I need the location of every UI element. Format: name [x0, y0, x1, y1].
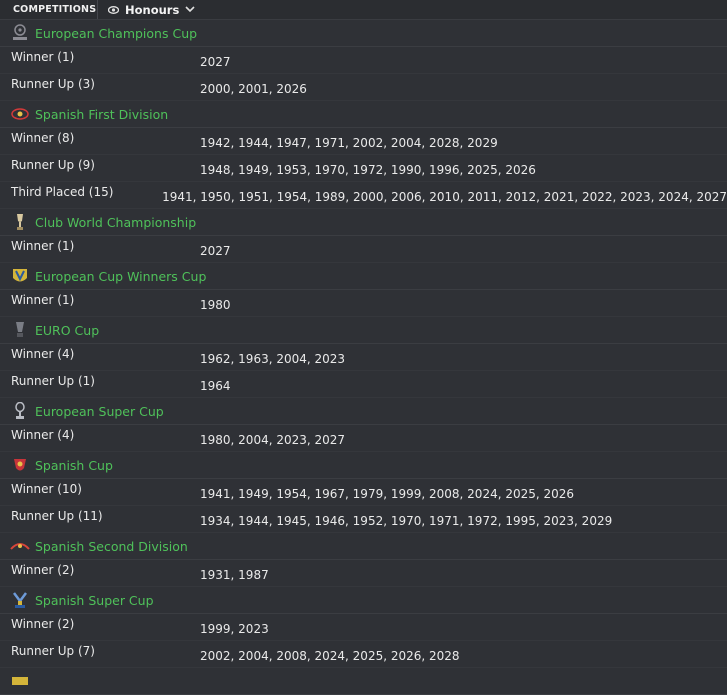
- honour-years: 1999, 2023: [200, 622, 269, 636]
- competition-header: EURO Cup: [0, 317, 727, 344]
- honour-type-label: Runner Up (1): [11, 374, 95, 388]
- trophy-icon: [10, 213, 30, 231]
- honour-row: Runner Up (3) 2000, 2001, 2026: [0, 74, 727, 101]
- competition-header: Spanish Super Cup: [0, 587, 727, 614]
- honour-type-label: Winner (1): [11, 239, 75, 253]
- spanish-first-division-logo-icon: [10, 105, 30, 123]
- competition-link[interactable]: European Champions Cup: [35, 26, 197, 41]
- competitions-tab[interactable]: COMPETITIONS: [0, 0, 98, 19]
- honour-row: Runner Up (9) 1948, 1949, 1953, 1970, 197…: [0, 155, 727, 182]
- competition-header: Spanish First Division: [0, 101, 727, 128]
- honour-row: Runner Up (1) 1964: [0, 371, 727, 398]
- competition-link[interactable]: EURO Cup: [35, 323, 99, 338]
- honour-type-label: Winner (4): [11, 428, 75, 442]
- competition-link[interactable]: European Super Cup: [35, 404, 164, 419]
- honour-row: Winner (2) 1999, 2023: [0, 614, 727, 641]
- eye-icon: [108, 5, 119, 14]
- honour-years: 1964: [200, 379, 231, 393]
- spanish-cup-logo-icon: [10, 456, 30, 474]
- partial-logo-icon: [10, 672, 30, 690]
- champions-cup-logo-icon: [10, 24, 30, 42]
- cup-winners-cup-logo-icon: [10, 267, 30, 285]
- tab-bar: COMPETITIONS Honours: [0, 0, 727, 20]
- honour-row: Winner (8) 1942, 1944, 1947, 1971, 2002, …: [0, 128, 727, 155]
- honours-list: European Champions Cup Winner (1) 2027 Runn…: [0, 20, 727, 695]
- honour-row: Runner Up (7) 2002, 2004, 2008, 2024, 202…: [0, 641, 727, 668]
- competition-header: European Champions Cup: [0, 20, 727, 47]
- honour-type-label: Winner (10): [11, 482, 82, 496]
- super-cup-trophy-icon: [10, 402, 30, 420]
- euro-cup-logo-icon: [10, 321, 30, 339]
- honour-type-label: Winner (8): [11, 131, 75, 145]
- competition-header: Club World Championship: [0, 209, 727, 236]
- honour-row: Winner (2) 1931, 1987: [0, 560, 727, 587]
- chevron-down-icon: [185, 6, 195, 13]
- honour-years: 1980, 2004, 2023, 2027: [200, 433, 346, 447]
- honour-row: Winner (4) 1962, 1963, 2004, 2023: [0, 344, 727, 371]
- honour-type-label: Third Placed (15): [11, 185, 114, 199]
- honour-years: 1934, 1944, 1945, 1946, 1952, 1970, 1971…: [200, 514, 613, 528]
- honour-type-label: Winner (2): [11, 563, 75, 577]
- honour-years: 1931, 1987: [200, 568, 269, 582]
- view-selector-label: Honours: [125, 2, 180, 17]
- honour-row: Third Placed (15) 1941, 1950, 1951, 1954,…: [0, 182, 727, 209]
- honour-years: 2027: [200, 55, 231, 69]
- honour-years: 1962, 1963, 2004, 2023: [200, 352, 346, 366]
- honour-row: Winner (4) 1980, 2004, 2023, 2027: [0, 425, 727, 452]
- spanish-super-cup-logo-icon: [10, 591, 30, 609]
- honour-type-label: Winner (1): [11, 293, 75, 307]
- competition-link[interactable]: Spanish Second Division: [35, 539, 188, 554]
- honour-row: Winner (1) 2027: [0, 47, 727, 74]
- honour-row: Runner Up (11) 1934, 1944, 1945, 1946, 19…: [0, 506, 727, 533]
- competition-header: European Cup Winners Cup: [0, 263, 727, 290]
- competition-link[interactable]: Spanish First Division: [35, 107, 168, 122]
- honour-type-label: Runner Up (7): [11, 644, 95, 658]
- competition-header: [0, 668, 727, 695]
- honour-years: 1941, 1949, 1954, 1967, 1979, 1999, 2008…: [200, 487, 575, 501]
- honour-type-label: Runner Up (9): [11, 158, 95, 172]
- competition-link[interactable]: European Cup Winners Cup: [35, 269, 206, 284]
- honour-type-label: Winner (2): [11, 617, 75, 631]
- honour-row: Winner (10) 1941, 1949, 1954, 1967, 1979,…: [0, 479, 727, 506]
- honour-type-label: Winner (1): [11, 50, 75, 64]
- honour-row: Winner (1) 1980: [0, 290, 727, 317]
- honour-type-label: Winner (4): [11, 347, 75, 361]
- honour-type-label: Runner Up (11): [11, 509, 103, 523]
- honour-type-label: Runner Up (3): [11, 77, 95, 91]
- competition-header: Spanish Cup: [0, 452, 727, 479]
- competition-link[interactable]: Spanish Super Cup: [35, 593, 154, 608]
- honour-years: 2002, 2004, 2008, 2024, 2025, 2026, 2028: [200, 649, 460, 663]
- honour-years: 1948, 1949, 1953, 1970, 1972, 1990, 1996…: [200, 163, 536, 177]
- competition-link[interactable]: Spanish Cup: [35, 458, 113, 473]
- honour-row: Winner (1) 2027: [0, 236, 727, 263]
- spanish-second-division-logo-icon: [10, 537, 30, 555]
- honour-years: 2027: [200, 244, 231, 258]
- competition-header: European Super Cup: [0, 398, 727, 425]
- competition-link[interactable]: Club World Championship: [35, 215, 196, 230]
- honour-years: 1941, 1950, 1951, 1954, 1989, 2000, 2006…: [162, 190, 727, 204]
- honour-years: 1942, 1944, 1947, 1971, 2002, 2004, 2028…: [200, 136, 498, 150]
- honour-years: 1980: [200, 298, 231, 312]
- view-selector-dropdown[interactable]: Honours: [98, 3, 195, 17]
- competition-header: Spanish Second Division: [0, 533, 727, 560]
- honour-years: 2000, 2001, 2026: [200, 82, 307, 96]
